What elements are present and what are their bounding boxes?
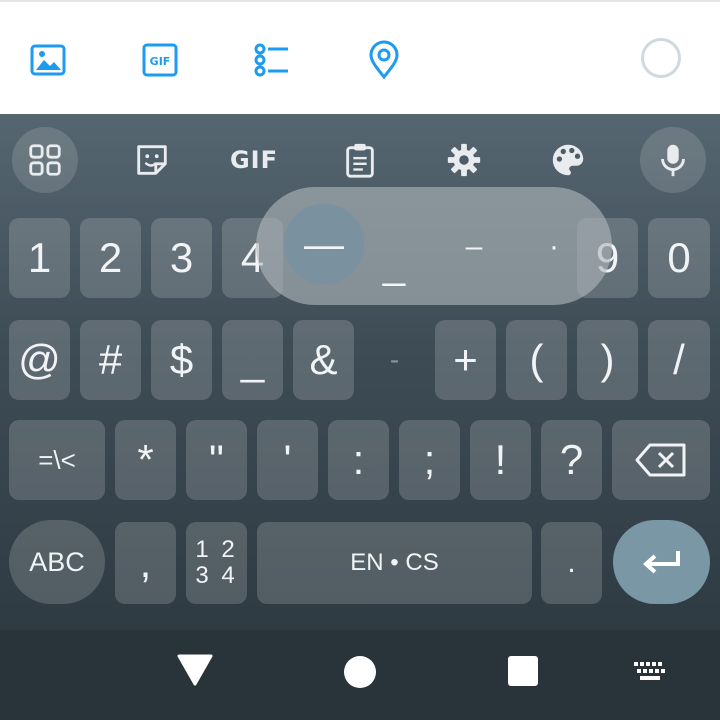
key-1[interactable]: 1 <box>9 218 70 298</box>
key-hash[interactable]: # <box>80 320 141 400</box>
keyboard-icon[interactable] <box>628 656 672 688</box>
svg-text:GIF: GIF <box>150 55 171 68</box>
key-ampersand[interactable]: & <box>293 320 354 400</box>
numpad-key[interactable]: 1 2 3 4 <box>186 522 247 604</box>
popup-en-dash[interactable]: – <box>444 217 504 277</box>
palette-icon[interactable] <box>536 132 600 188</box>
key-period[interactable]: . <box>541 522 602 604</box>
poll-icon[interactable] <box>250 38 294 82</box>
location-pin-icon[interactable] <box>362 38 406 82</box>
popup-underscore[interactable]: _ <box>364 235 424 295</box>
grid-icon[interactable] <box>12 127 78 193</box>
gif-label: GIF <box>229 146 279 174</box>
key-0[interactable]: 0 <box>648 218 710 298</box>
microphone-icon[interactable] <box>640 127 706 193</box>
key-question[interactable]: ? <box>541 420 602 500</box>
gear-icon[interactable] <box>432 132 496 188</box>
clipboard-icon[interactable] <box>328 132 392 188</box>
popup-em-dash[interactable]: — <box>294 215 354 275</box>
backspace-key[interactable] <box>612 420 710 500</box>
gif-icon[interactable]: GIF <box>138 38 182 82</box>
popup-middle-dot[interactable]: · <box>524 217 584 277</box>
key-slash[interactable]: / <box>648 320 710 400</box>
home-circle-icon[interactable] <box>338 650 382 694</box>
key-single-quote[interactable]: ' <box>257 420 318 500</box>
gif-button[interactable]: GIF <box>222 132 286 188</box>
key-at[interactable]: @ <box>9 320 70 400</box>
key-comma[interactable]: , <box>115 522 176 604</box>
key-dollar[interactable]: $ <box>151 320 212 400</box>
key-underscore[interactable]: _ <box>222 320 283 400</box>
character-counter-ring <box>641 38 681 78</box>
numpad-bottom-label: 3 4 <box>195 562 238 589</box>
key-semicolon[interactable]: ; <box>399 420 460 500</box>
recents-square-icon[interactable] <box>502 650 544 692</box>
key-2[interactable]: 2 <box>80 218 141 298</box>
space-key[interactable]: EN • CS <box>257 522 532 604</box>
image-icon[interactable] <box>26 38 70 82</box>
long-press-popup: — _ – · <box>256 187 612 305</box>
sticker-icon[interactable] <box>120 132 184 188</box>
back-triangle-icon[interactable] <box>172 650 218 690</box>
navigation-bar <box>0 630 720 720</box>
compose-toolbar: GIF <box>0 0 720 114</box>
key-colon[interactable]: : <box>328 420 389 500</box>
backspace-icon <box>635 443 686 477</box>
numpad-top-label: 1 2 <box>195 536 238 563</box>
key-hyphen-pressed[interactable]: - <box>364 320 425 400</box>
key-double-quote[interactable]: " <box>186 420 247 500</box>
keyboard: GIF 1 2 3 4 9 0 @ # $ _ & - + ( ) / =\< … <box>0 114 720 630</box>
key-3[interactable]: 3 <box>151 218 212 298</box>
key-asterisk[interactable]: * <box>115 420 176 500</box>
enter-arrow-icon <box>642 551 680 574</box>
key-exclamation[interactable]: ! <box>470 420 531 500</box>
key-close-paren[interactable]: ) <box>577 320 638 400</box>
key-more-symbols[interactable]: =\< <box>9 420 105 500</box>
key-plus[interactable]: + <box>435 320 496 400</box>
key-open-paren[interactable]: ( <box>506 320 567 400</box>
abc-key[interactable]: ABC <box>9 520 105 604</box>
enter-key[interactable] <box>613 520 710 604</box>
